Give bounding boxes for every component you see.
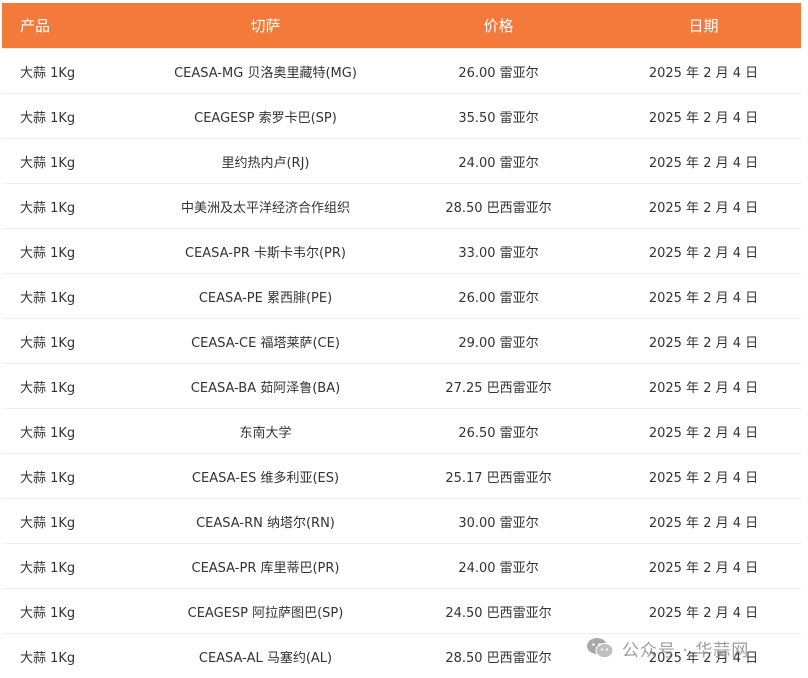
cell-product: 大蒜 1Kg (2, 543, 140, 589)
table-row: 大蒜 1Kg CEASA-PR 卡斯卡韦尔(PR) 33.00 雷亚尔 2025 年 … (2, 228, 801, 274)
cell-date: 2025 年 2 月 4 日 (606, 498, 801, 544)
cell-date: 2025 年 2 月 4 日 (606, 228, 801, 274)
cell-product: 大蒜 1Kg (2, 273, 140, 319)
cell-market: CEASA-PR 库里蒂巴(PR) (140, 543, 391, 589)
cell-date: 2025 年 2 月 4 日 (606, 273, 801, 319)
header-product: 产品 (2, 3, 140, 49)
table-row: 大蒜 1Kg CEASA-CE 福塔莱萨(CE) 29.00 雷亚尔 2025 年 2… (2, 318, 801, 364)
table-row: 大蒜 1Kg CEASA-ES 维多利亚(ES) 25.17 巴西雷亚尔 2025 年… (2, 453, 801, 499)
table-row: 大蒜 1Kg 里约热内卢(RJ) 24.00 雷亚尔 2025 年 2 月 4 日 (2, 138, 801, 184)
cell-price: 24.00 雷亚尔 (391, 138, 606, 184)
cell-product: 大蒜 1Kg (2, 183, 140, 229)
cell-date: 2025 年 2 月 4 日 (606, 318, 801, 364)
cell-price: 29.00 雷亚尔 (391, 318, 606, 364)
table-row: 大蒜 1Kg CEASA-RN 纳塔尔(RN) 30.00 雷亚尔 2025 年 2 … (2, 498, 801, 544)
price-table-container: 产品 切萨 价格 日期 大蒜 1Kg CEASA-MG 贝洛奥里藏特(MG) 26.… (2, 3, 801, 678)
cell-date: 2025 年 2 月 4 日 (606, 138, 801, 184)
header-row: 产品 切萨 价格 日期 (2, 3, 801, 49)
table-row: 大蒜 1Kg CEASA-PE 累西腓(PE) 26.00 雷亚尔 2025 年 2 … (2, 273, 801, 319)
cell-price: 28.50 巴西雷亚尔 (391, 183, 606, 229)
cell-product: 大蒜 1Kg (2, 588, 140, 634)
cell-product: 大蒜 1Kg (2, 453, 140, 499)
cell-product: 大蒜 1Kg (2, 498, 140, 544)
cell-date: 2025 年 2 月 4 日 (606, 408, 801, 454)
cell-date: 2025 年 2 月 4 日 (606, 48, 801, 94)
cell-market: 里约热内卢(RJ) (140, 138, 391, 184)
cell-market: CEASA-ES 维多利亚(ES) (140, 453, 391, 499)
cell-price: 30.00 雷亚尔 (391, 498, 606, 544)
cell-market: CEASA-AL 马塞约(AL) (140, 633, 391, 678)
table-row: 大蒜 1Kg 东南大学 26.50 雷亚尔 2025 年 2 月 4 日 (2, 408, 801, 454)
cell-market: CEASA-RN 纳塔尔(RN) (140, 498, 391, 544)
cell-price: 26.00 雷亚尔 (391, 48, 606, 94)
cell-market: 东南大学 (140, 408, 391, 454)
table-row: 大蒜 1Kg CEAGESP 阿拉萨图巴(SP) 24.50 巴西雷亚尔 2025 年… (2, 588, 801, 634)
cell-price: 28.50 巴西雷亚尔 (391, 633, 606, 678)
header-market: 切萨 (140, 3, 391, 49)
cell-date: 2025 年 2 月 4 日 (606, 588, 801, 634)
price-table: 产品 切萨 价格 日期 大蒜 1Kg CEASA-MG 贝洛奥里藏特(MG) 26.… (2, 3, 801, 678)
header-price: 价格 (391, 3, 606, 49)
cell-product: 大蒜 1Kg (2, 228, 140, 274)
cell-market: CEAGESP 阿拉萨图巴(SP) (140, 588, 391, 634)
wechat-icon (587, 638, 614, 658)
cell-date: 2025 年 2 月 4 日 (606, 93, 801, 139)
cell-market: 中美洲及太平洋经济合作组织 (140, 183, 391, 229)
cell-product: 大蒜 1Kg (2, 138, 140, 184)
table-header: 产品 切萨 价格 日期 (2, 3, 801, 49)
header-date: 日期 (606, 3, 801, 49)
cell-price: 25.17 巴西雷亚尔 (391, 453, 606, 499)
table-row: 大蒜 1Kg CEASA-BA 茹阿泽鲁(BA) 27.25 巴西雷亚尔 2025 年… (2, 363, 801, 409)
cell-product: 大蒜 1Kg (2, 318, 140, 364)
cell-date: 2025 年 2 月 4 日 (606, 453, 801, 499)
table-row: 大蒜 1Kg CEASA-PR 库里蒂巴(PR) 24.00 雷亚尔 2025 年 2… (2, 543, 801, 589)
cell-market: CEASA-PR 卡斯卡韦尔(PR) (140, 228, 391, 274)
cell-date: 2025 年 2 月 4 日 (606, 183, 801, 229)
cell-date: 2025 年 2 月 4 日 (606, 543, 801, 589)
cell-market: CEASA-PE 累西腓(PE) (140, 273, 391, 319)
cell-date: 2025 年 2 月 4 日 (606, 363, 801, 409)
cell-price: 35.50 雷亚尔 (391, 93, 606, 139)
watermark-text: 公众号 · 华蒜网 (622, 640, 750, 661)
table-body: 大蒜 1Kg CEASA-MG 贝洛奥里藏特(MG) 26.00 雷亚尔 2025 年… (2, 48, 801, 678)
cell-market: CEAGESP 索罗卡巴(SP) (140, 93, 391, 139)
cell-product: 大蒜 1Kg (2, 408, 140, 454)
cell-market: CEASA-CE 福塔莱萨(CE) (140, 318, 391, 364)
cell-market: CEASA-MG 贝洛奥里藏特(MG) (140, 48, 391, 94)
cell-product: 大蒜 1Kg (2, 633, 140, 678)
table-row: 大蒜 1Kg CEAGESP 索罗卡巴(SP) 35.50 雷亚尔 2025 年 2 … (2, 93, 801, 139)
cell-product: 大蒜 1Kg (2, 48, 140, 94)
cell-price: 26.50 雷亚尔 (391, 408, 606, 454)
cell-price: 33.00 雷亚尔 (391, 228, 606, 274)
cell-price: 26.00 雷亚尔 (391, 273, 606, 319)
cell-price: 24.00 雷亚尔 (391, 543, 606, 589)
watermark: 公众号 · 华蒜网 (586, 634, 749, 662)
table-row: 大蒜 1Kg 中美洲及太平洋经济合作组织 28.50 巴西雷亚尔 2025 年 2 月… (2, 183, 801, 229)
table-row: 大蒜 1Kg CEASA-MG 贝洛奥里藏特(MG) 26.00 雷亚尔 2025 年… (2, 48, 801, 94)
cell-market: CEASA-BA 茹阿泽鲁(BA) (140, 363, 391, 409)
cell-price: 27.25 巴西雷亚尔 (391, 363, 606, 409)
cell-product: 大蒜 1Kg (2, 93, 140, 139)
cell-price: 24.50 巴西雷亚尔 (391, 588, 606, 634)
cell-product: 大蒜 1Kg (2, 363, 140, 409)
